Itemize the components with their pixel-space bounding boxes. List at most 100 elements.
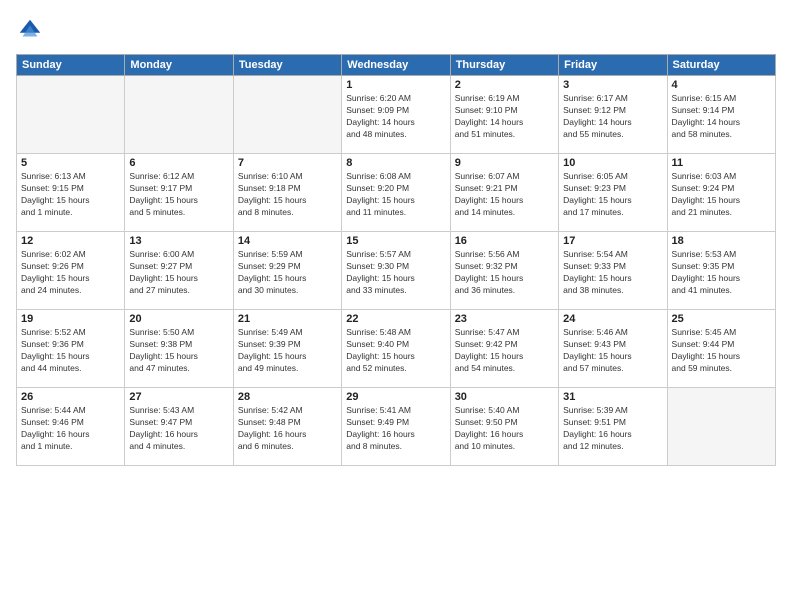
cell-day-number: 11 [672, 157, 771, 169]
week-row-5: 26Sunrise: 5:44 AM Sunset: 9:46 PM Dayli… [17, 388, 776, 466]
cell-day-number: 29 [346, 391, 445, 403]
cell-info-text: Sunrise: 5:44 AM Sunset: 9:46 PM Dayligh… [21, 405, 120, 453]
cell-info-text: Sunrise: 6:13 AM Sunset: 9:15 PM Dayligh… [21, 171, 120, 219]
week-row-3: 12 Sunrise: 6:02 AM Sunset: 9:26 PM Dayli… [17, 232, 776, 310]
cell-info-text: Sunrise: 6:19 AM Sunset: 9:10 PM Dayligh… [455, 93, 554, 141]
calendar-cell: 11 Sunrise: 6:03 AM Sunset: 9:24 PM Dayli… [667, 154, 775, 232]
cell-day-number: 8 [346, 157, 445, 169]
cell-day-number: 28 [238, 391, 337, 403]
cell-info-text: Sunrise: 5:48 AM Sunset: 9:40 PM Dayligh… [346, 327, 445, 375]
calendar-cell: 16 Sunrise: 5:56 AM Sunset: 9:32 PM Dayli… [450, 232, 558, 310]
cell-day-number: 17 [563, 235, 662, 247]
cell-info-text: Sunrise: 6:00 AM Sunset: 9:27 PM Dayligh… [129, 249, 228, 297]
cell-day-number: 10 [563, 157, 662, 169]
day-header-monday: Monday [125, 55, 233, 76]
calendar-cell: 24 Sunrise: 5:46 AM Sunset: 9:43 PM Dayli… [559, 310, 667, 388]
calendar: SundayMondayTuesdayWednesdayThursdayFrid… [16, 54, 776, 466]
cell-day-number: 3 [563, 79, 662, 91]
calendar-cell: 7 Sunrise: 6:10 AM Sunset: 9:18 PM Daylig… [233, 154, 341, 232]
cell-info-text: Sunrise: 6:08 AM Sunset: 9:20 PM Dayligh… [346, 171, 445, 219]
calendar-cell: 4 Sunrise: 6:15 AM Sunset: 9:14 PM Daylig… [667, 76, 775, 154]
cell-day-number: 5 [21, 157, 120, 169]
calendar-cell: 2 Sunrise: 6:19 AM Sunset: 9:10 PM Daylig… [450, 76, 558, 154]
cell-day-number: 13 [129, 235, 228, 247]
cell-day-number: 14 [238, 235, 337, 247]
calendar-cell: 1Sunrise: 6:20 AM Sunset: 9:09 PM Daylig… [342, 76, 450, 154]
page: SundayMondayTuesdayWednesdayThursdayFrid… [0, 0, 792, 612]
week-row-2: 5 Sunrise: 6:13 AM Sunset: 9:15 PM Daylig… [17, 154, 776, 232]
cell-info-text: Sunrise: 5:40 AM Sunset: 9:50 PM Dayligh… [455, 405, 554, 453]
cell-day-number: 9 [455, 157, 554, 169]
week-row-4: 19Sunrise: 5:52 AM Sunset: 9:36 PM Dayli… [17, 310, 776, 388]
cell-info-text: Sunrise: 5:53 AM Sunset: 9:35 PM Dayligh… [672, 249, 771, 297]
calendar-cell: 29 Sunrise: 5:41 AM Sunset: 9:49 PM Dayli… [342, 388, 450, 466]
calendar-cell [233, 76, 341, 154]
day-header-thursday: Thursday [450, 55, 558, 76]
calendar-cell [125, 76, 233, 154]
cell-day-number: 30 [455, 391, 554, 403]
cell-info-text: Sunrise: 6:20 AM Sunset: 9:09 PM Dayligh… [346, 93, 445, 141]
cell-info-text: Sunrise: 6:15 AM Sunset: 9:14 PM Dayligh… [672, 93, 771, 141]
calendar-cell: 25 Sunrise: 5:45 AM Sunset: 9:44 PM Dayli… [667, 310, 775, 388]
cell-day-number: 7 [238, 157, 337, 169]
week-row-1: 1Sunrise: 6:20 AM Sunset: 9:09 PM Daylig… [17, 76, 776, 154]
calendar-cell [17, 76, 125, 154]
cell-info-text: Sunrise: 5:46 AM Sunset: 9:43 PM Dayligh… [563, 327, 662, 375]
cell-day-number: 27 [129, 391, 228, 403]
cell-day-number: 6 [129, 157, 228, 169]
cell-day-number: 24 [563, 313, 662, 325]
cell-day-number: 4 [672, 79, 771, 91]
logo-icon [16, 16, 44, 44]
day-header-friday: Friday [559, 55, 667, 76]
cell-info-text: Sunrise: 5:39 AM Sunset: 9:51 PM Dayligh… [563, 405, 662, 453]
cell-info-text: Sunrise: 5:42 AM Sunset: 9:48 PM Dayligh… [238, 405, 337, 453]
header [16, 16, 776, 44]
calendar-cell: 26Sunrise: 5:44 AM Sunset: 9:46 PM Dayli… [17, 388, 125, 466]
cell-day-number: 25 [672, 313, 771, 325]
cell-info-text: Sunrise: 5:56 AM Sunset: 9:32 PM Dayligh… [455, 249, 554, 297]
cell-day-number: 21 [238, 313, 337, 325]
cell-info-text: Sunrise: 6:07 AM Sunset: 9:21 PM Dayligh… [455, 171, 554, 219]
calendar-cell: 30 Sunrise: 5:40 AM Sunset: 9:50 PM Dayli… [450, 388, 558, 466]
calendar-cell: 14Sunrise: 5:59 AM Sunset: 9:29 PM Dayli… [233, 232, 341, 310]
calendar-cell: 28 Sunrise: 5:42 AM Sunset: 9:48 PM Dayli… [233, 388, 341, 466]
calendar-cell: 5 Sunrise: 6:13 AM Sunset: 9:15 PM Daylig… [17, 154, 125, 232]
logo [16, 16, 48, 44]
cell-info-text: Sunrise: 5:41 AM Sunset: 9:49 PM Dayligh… [346, 405, 445, 453]
cell-info-text: Sunrise: 6:12 AM Sunset: 9:17 PM Dayligh… [129, 171, 228, 219]
cell-info-text: Sunrise: 6:02 AM Sunset: 9:26 PM Dayligh… [21, 249, 120, 297]
calendar-cell: 13 Sunrise: 6:00 AM Sunset: 9:27 PM Dayli… [125, 232, 233, 310]
calendar-cell: 31 Sunrise: 5:39 AM Sunset: 9:51 PM Dayli… [559, 388, 667, 466]
day-header-sunday: Sunday [17, 55, 125, 76]
cell-day-number: 31 [563, 391, 662, 403]
day-header-saturday: Saturday [667, 55, 775, 76]
cell-info-text: Sunrise: 5:49 AM Sunset: 9:39 PM Dayligh… [238, 327, 337, 375]
calendar-cell: 18 Sunrise: 5:53 AM Sunset: 9:35 PM Dayli… [667, 232, 775, 310]
calendar-cell: 22Sunrise: 5:48 AM Sunset: 9:40 PM Dayli… [342, 310, 450, 388]
calendar-cell: 8 Sunrise: 6:08 AM Sunset: 9:20 PM Daylig… [342, 154, 450, 232]
calendar-cell: 19Sunrise: 5:52 AM Sunset: 9:36 PM Dayli… [17, 310, 125, 388]
cell-day-number: 2 [455, 79, 554, 91]
calendar-cell [667, 388, 775, 466]
calendar-cell: 10 Sunrise: 6:05 AM Sunset: 9:23 PM Dayli… [559, 154, 667, 232]
day-header-wednesday: Wednesday [342, 55, 450, 76]
cell-day-number: 16 [455, 235, 554, 247]
cell-info-text: Sunrise: 5:54 AM Sunset: 9:33 PM Dayligh… [563, 249, 662, 297]
calendar-cell: 20Sunrise: 5:50 AM Sunset: 9:38 PM Dayli… [125, 310, 233, 388]
day-header-tuesday: Tuesday [233, 55, 341, 76]
calendar-cell: 27Sunrise: 5:43 AM Sunset: 9:47 PM Dayli… [125, 388, 233, 466]
cell-day-number: 12 [21, 235, 120, 247]
cell-info-text: Sunrise: 6:03 AM Sunset: 9:24 PM Dayligh… [672, 171, 771, 219]
cell-day-number: 19 [21, 313, 120, 325]
calendar-cell: 21 Sunrise: 5:49 AM Sunset: 9:39 PM Dayli… [233, 310, 341, 388]
cell-info-text: Sunrise: 6:10 AM Sunset: 9:18 PM Dayligh… [238, 171, 337, 219]
cell-day-number: 15 [346, 235, 445, 247]
cell-day-number: 20 [129, 313, 228, 325]
cell-day-number: 18 [672, 235, 771, 247]
calendar-cell: 12 Sunrise: 6:02 AM Sunset: 9:26 PM Dayli… [17, 232, 125, 310]
cell-info-text: Sunrise: 6:05 AM Sunset: 9:23 PM Dayligh… [563, 171, 662, 219]
calendar-cell: 6 Sunrise: 6:12 AM Sunset: 9:17 PM Daylig… [125, 154, 233, 232]
cell-info-text: Sunrise: 5:45 AM Sunset: 9:44 PM Dayligh… [672, 327, 771, 375]
calendar-cell: 9 Sunrise: 6:07 AM Sunset: 9:21 PM Daylig… [450, 154, 558, 232]
calendar-cell: 17 Sunrise: 5:54 AM Sunset: 9:33 PM Dayli… [559, 232, 667, 310]
